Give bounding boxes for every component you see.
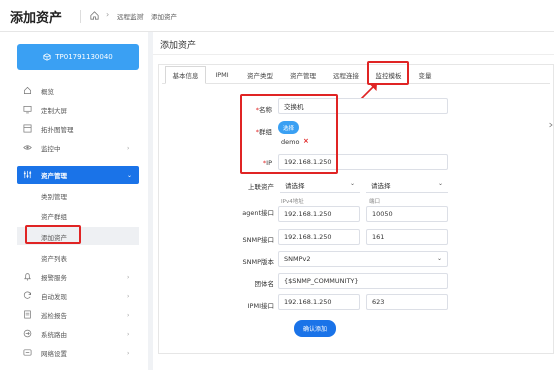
chevron-down-icon: ⌄	[127, 171, 133, 179]
snmp-version-label: SNMP版本	[242, 258, 274, 266]
sidebar-item-alarm[interactable]: 报警服务 ›	[0, 268, 148, 286]
sidebar-item-label: 定制大屏	[41, 107, 67, 115]
sidebar-subitem-category[interactable]: 类别管理	[41, 191, 67, 201]
sidebar-item-discovery[interactable]: 自动发现 ›	[0, 287, 148, 305]
port-hint: 端口	[369, 199, 381, 205]
sidebar-item-report[interactable]: 巡检报告 ›	[0, 306, 148, 324]
sliders-icon	[23, 170, 32, 179]
chevron-down-icon: ⌄	[436, 255, 442, 262]
sidebar-item-label: 概览	[41, 88, 54, 96]
tab-ipmi[interactable]: IPMI	[209, 66, 235, 84]
monitor-icon	[23, 105, 32, 114]
ipmi-interface-label: IPMI接口	[247, 302, 274, 310]
upper-asset-label: 上联资产	[248, 183, 274, 191]
breadcrumb-item[interactable]: 远程监测	[117, 11, 143, 21]
chevron-right-icon: ›	[106, 10, 110, 19]
chevron-right-icon: ›	[127, 292, 130, 300]
sidebar-item-monitoring[interactable]: 监控中 ›	[0, 139, 148, 157]
tab-asset-type[interactable]: 资产类型	[240, 66, 280, 84]
select-value: 请选择	[285, 181, 305, 190]
community-label: 团体名	[254, 280, 275, 288]
home-icon[interactable]	[89, 10, 100, 21]
snmp-ip-input[interactable]: 192.168.1.250	[278, 229, 360, 245]
header-divider	[80, 10, 81, 23]
snmp-version-select[interactable]: SNMPv2 ⌄	[278, 251, 448, 267]
submit-button[interactable]: 确认添加	[294, 320, 336, 337]
highlight-box	[25, 225, 81, 244]
divider	[153, 54, 554, 55]
home-icon	[23, 86, 32, 95]
select-value: 请选择	[371, 181, 391, 190]
sidebar-subitem-asset-list[interactable]: 资产列表	[41, 253, 67, 263]
agent-ip-input[interactable]: 192.168.1.250	[278, 206, 360, 222]
network-icon	[23, 349, 32, 356]
sidebar-item-overview[interactable]: 概览	[0, 82, 148, 100]
cube-icon	[43, 53, 51, 61]
topology-icon	[23, 124, 32, 133]
ipv4-hint: IPv4地址	[281, 199, 304, 205]
page-title: 添加资产	[160, 41, 197, 51]
sync-icon	[23, 291, 32, 299]
chevron-down-icon: ⌄	[437, 180, 443, 187]
snmp-interface-label: SNMP接口	[242, 236, 274, 244]
sidebar-item-label: 巡检报告	[41, 312, 67, 320]
top-bar	[0, 0, 554, 32]
agent-interface-label: agent接口	[242, 209, 274, 217]
app-title: 添加资产	[10, 11, 63, 26]
tab-basic-info[interactable]: 基本信息	[165, 66, 206, 84]
sidebar-item-label: 自动发现	[41, 293, 67, 301]
chevron-right-icon	[549, 122, 553, 128]
chevron-right-icon: ›	[127, 273, 130, 281]
route-icon	[23, 329, 32, 338]
sidebar-subitem-group[interactable]: 资产群组	[41, 211, 67, 221]
upper-asset-select[interactable]: 请选择 ⌄	[280, 177, 360, 193]
bell-icon	[24, 273, 31, 281]
sidebar-item-label: 资产管理	[41, 172, 67, 180]
chevron-right-icon: ›	[127, 144, 130, 152]
select-value: SNMPv2	[284, 255, 311, 263]
ipmi-port-input[interactable]: 623	[366, 294, 448, 310]
sidebar-item-label: 拓扑图管理	[41, 126, 74, 134]
sidebar-item-asset-management[interactable]: 资产管理 ⌄	[17, 166, 139, 184]
sidebar-item-topology[interactable]: 拓扑图管理	[0, 120, 148, 138]
tab-variables[interactable]: 变量	[412, 66, 438, 84]
chevron-right-icon: ›	[127, 330, 130, 338]
breadcrumb-item: 添加资产	[151, 13, 177, 21]
highlight-box	[240, 94, 338, 174]
device-id: TP01791130040	[55, 53, 113, 61]
ipmi-ip-input[interactable]: 192.168.1.250	[278, 294, 360, 310]
agent-port-input[interactable]: 10050	[366, 206, 448, 222]
sidebar-item-label: 系统路由	[41, 331, 67, 339]
sidebar-item-network[interactable]: 网络设置 ›	[0, 344, 148, 362]
chevron-right-icon: ›	[127, 311, 130, 319]
upper-asset-port-select[interactable]: 请选择 ⌄	[366, 177, 448, 193]
sidebar-item-label: 报警服务	[41, 274, 67, 282]
sidebar-item-dashboard[interactable]: 定制大屏	[0, 101, 148, 119]
chevron-right-icon: ›	[127, 349, 130, 357]
chevron-down-icon: ⌄	[349, 180, 355, 187]
report-icon	[24, 310, 31, 319]
chevron-right-icon: ›	[141, 10, 145, 19]
device-button[interactable]: TP01791130040	[17, 44, 139, 70]
sidebar-item-label: 监控中	[41, 145, 61, 153]
tab-asset-management[interactable]: 资产管理	[283, 66, 323, 84]
sidebar-item-routing[interactable]: 系统路由 ›	[0, 325, 148, 343]
eye-icon	[23, 145, 32, 150]
community-input[interactable]: {$SNMP_COMMUNITY}	[278, 273, 448, 289]
snmp-port-input[interactable]: 161	[366, 229, 448, 245]
sidebar-item-label: 网络设置	[41, 350, 67, 358]
